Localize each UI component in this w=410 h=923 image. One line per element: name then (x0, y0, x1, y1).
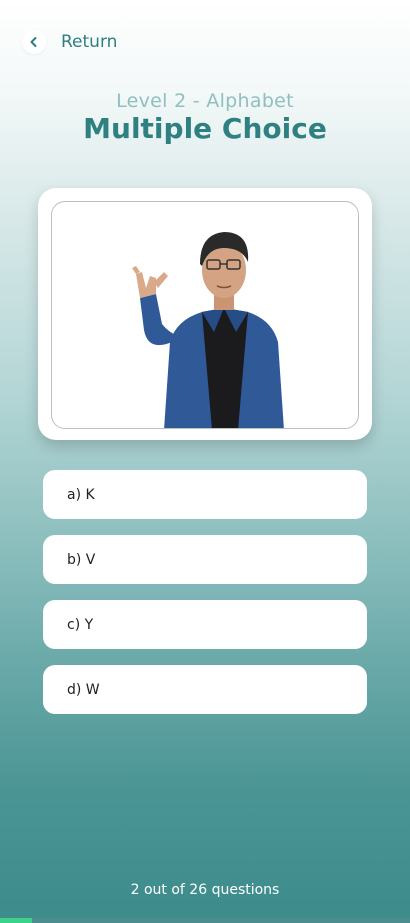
progress-bar-fill (0, 918, 32, 923)
option-c[interactable]: c) Y (43, 600, 367, 649)
sign-video (51, 201, 359, 429)
progress-bar (0, 918, 410, 923)
signer-illustration (132, 232, 284, 428)
return-nav[interactable]: Return (22, 30, 117, 54)
option-a[interactable]: a) K (43, 470, 367, 519)
option-d[interactable]: d) W (43, 665, 367, 714)
chevron-left-icon (30, 37, 37, 47)
progress-text: 2 out of 26 questions (130, 882, 280, 898)
level-subtitle: Level 2 - Alphabet (116, 90, 294, 112)
answer-options: a) K b) V c) Y d) W (43, 470, 367, 730)
option-b[interactable]: b) V (43, 535, 367, 584)
sign-video-card (38, 188, 372, 440)
back-button[interactable] (22, 30, 46, 54)
return-label[interactable]: Return (61, 32, 117, 52)
page-title: Multiple Choice (83, 112, 327, 145)
